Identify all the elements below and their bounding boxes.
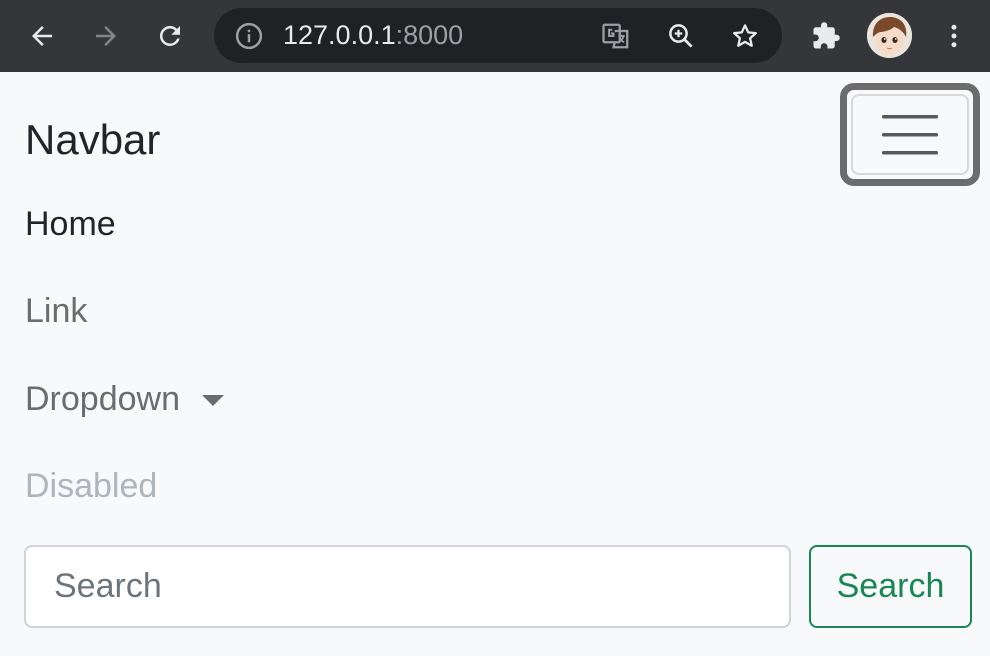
nav-item-home[interactable]: Home xyxy=(25,204,116,244)
back-arrow-icon xyxy=(32,26,52,46)
translate-button[interactable] xyxy=(600,20,632,52)
browser-menu-button[interactable] xyxy=(932,14,976,58)
forward-button[interactable] xyxy=(84,14,128,58)
navbar-toggler-button[interactable] xyxy=(840,83,980,186)
address-bar[interactable]: 127.0.0.1:8000 xyxy=(214,8,782,63)
toggler-focus-ring xyxy=(851,94,969,175)
star-icon xyxy=(733,24,757,47)
url-port: :8000 xyxy=(395,20,464,50)
search-input[interactable] xyxy=(24,545,791,628)
kebab-menu-icon xyxy=(951,24,957,48)
info-icon xyxy=(235,22,263,50)
nav-item-dropdown[interactable]: Dropdown xyxy=(25,379,224,419)
zoom-in-icon xyxy=(669,24,693,48)
profile-avatar[interactable] xyxy=(867,13,912,58)
dropdown-label: Dropdown xyxy=(25,380,180,418)
puzzle-icon xyxy=(813,22,840,49)
forward-arrow-icon xyxy=(96,26,116,46)
navbar: Navbar Home Link Dropdown Disabled Searc… xyxy=(0,72,990,656)
bookmark-button[interactable] xyxy=(729,20,761,52)
zoom-button[interactable] xyxy=(665,20,697,52)
translate-icon xyxy=(602,23,629,49)
url-host: 127.0.0.1 xyxy=(283,20,396,50)
nav-item-link[interactable]: Link xyxy=(25,291,87,331)
browser-toolbar: 127.0.0.1:8000 xyxy=(0,0,990,72)
extensions-button[interactable] xyxy=(804,14,848,58)
navbar-brand[interactable]: Navbar xyxy=(25,116,160,164)
back-button[interactable] xyxy=(20,14,64,58)
nav-item-disabled: Disabled xyxy=(25,467,158,505)
reload-icon xyxy=(159,25,180,46)
caret-down-icon xyxy=(201,394,224,406)
search-button[interactable]: Search xyxy=(809,545,972,628)
url-text[interactable]: 127.0.0.1:8000 xyxy=(283,20,463,50)
site-info-button[interactable] xyxy=(234,21,264,51)
reload-button[interactable] xyxy=(148,14,192,58)
hamburger-icon xyxy=(882,114,938,154)
avatar-icon xyxy=(867,13,912,58)
